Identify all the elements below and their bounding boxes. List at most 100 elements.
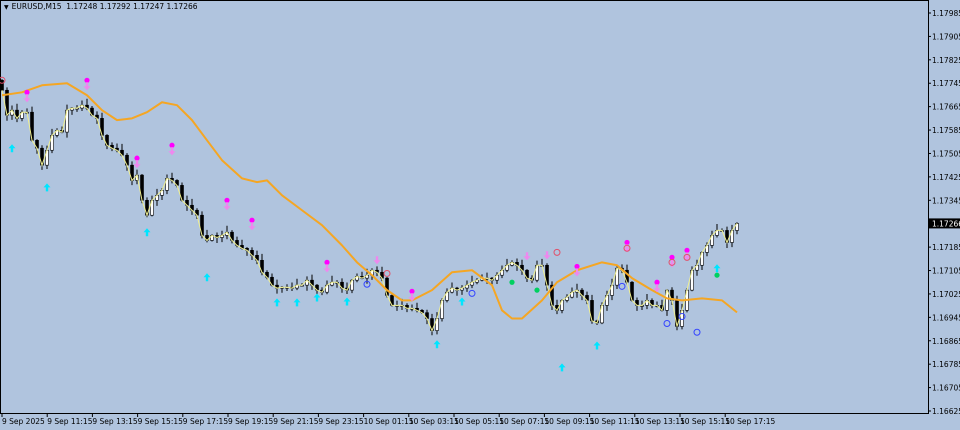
candle <box>290 282 294 292</box>
x-tick-label: 10 Sep 17:15 <box>725 417 775 426</box>
buy-arrow-icon <box>203 273 211 282</box>
y-tick-label: 1.17505 <box>932 149 960 158</box>
sell-dot-icon <box>654 279 660 285</box>
candle <box>355 273 359 283</box>
candle <box>220 230 224 243</box>
candle <box>375 266 379 277</box>
sell-dot-icon <box>574 263 580 270</box>
sell-arrow-icon <box>168 147 176 156</box>
y-tick-label: 1.17425 <box>932 173 960 182</box>
x-tick-label: 9 Sep 23:15 <box>318 417 364 426</box>
current-price-text: 1.17266 <box>932 219 960 228</box>
candles <box>0 79 739 336</box>
candle <box>725 226 729 248</box>
sell-dot-icon <box>624 239 630 246</box>
blue-circle-icon <box>618 282 626 290</box>
y-tick-label: 1.16865 <box>932 337 960 346</box>
y-tick-label: 1.16785 <box>932 360 960 369</box>
blue-circle-icon <box>693 328 701 336</box>
candle <box>165 174 169 195</box>
close-line <box>1 90 738 332</box>
ohlc-high: 1.17292 <box>99 2 131 11</box>
y-tick-label: 1.17905 <box>932 32 960 41</box>
y-tick-label: 1.17585 <box>932 126 960 135</box>
sell-arrow-icon <box>248 222 256 231</box>
candle <box>15 103 19 123</box>
ohlc-open: 1.17248 <box>66 2 98 11</box>
y-tick-label: 1.16625 <box>932 407 960 416</box>
chart-title: ▼ EURUSD,M15 1.17248 1.17292 1.17247 1.17… <box>4 2 198 11</box>
y-tick-label: 1.17745 <box>932 79 960 88</box>
x-tick-label: 10 Sep 13:15 <box>635 417 685 426</box>
buy-arrow-icon <box>458 297 466 306</box>
sell-dot-icon <box>324 259 330 265</box>
red-circle-icon <box>383 269 391 277</box>
candle <box>190 198 194 215</box>
x-tick-label: 9 Sep 19:15 <box>228 417 274 426</box>
candle <box>340 278 344 293</box>
sell-arrow-icon <box>133 160 141 169</box>
candle <box>460 285 464 295</box>
candle <box>295 278 299 291</box>
candle <box>105 134 109 150</box>
sell-arrow-icon <box>373 256 381 265</box>
y-tick-label: 1.16945 <box>932 313 960 322</box>
candle <box>555 299 559 315</box>
sell-dot-icon <box>24 89 30 95</box>
candle <box>650 298 654 309</box>
signal-markers <box>0 76 721 372</box>
candle <box>455 286 459 296</box>
buy-arrow-icon <box>313 293 321 302</box>
sell-arrow-icon <box>23 94 31 103</box>
green-dot-icon <box>714 272 720 278</box>
price-chart[interactable]: 1.17985 1.17905 1.17825 1.17745 1.17665 1.175… <box>0 0 960 430</box>
candle <box>710 230 714 249</box>
y-tick-label: 1.17345 <box>932 196 960 205</box>
x-tick-label: 10 Sep 07:15 <box>499 417 549 426</box>
chart-menu-triangle-icon[interactable]: ▼ <box>4 4 9 11</box>
candle <box>0 79 4 92</box>
symbol: EURUSD,M15 <box>11 2 62 11</box>
y-tick-label: 1.17025 <box>932 290 960 299</box>
x-tick-label: 9 Sep 17:15 <box>183 417 229 426</box>
candle <box>535 260 539 283</box>
x-tick-label: 9 Sep 11:15 <box>47 417 93 426</box>
green-dot-icon <box>534 287 540 293</box>
buy-arrow-icon <box>43 183 51 192</box>
candle <box>185 195 189 211</box>
x-tick-label: 10 Sep 15:15 <box>680 417 730 426</box>
x-tick-label: 10 Sep 01:15 <box>364 417 414 426</box>
x-tick-label: 10 Sep 05:15 <box>454 417 504 426</box>
ohlc-close: 1.17266 <box>166 2 198 11</box>
buy-arrow-icon <box>713 264 721 273</box>
candle <box>475 278 479 285</box>
candle <box>130 161 134 186</box>
sell-dot-icon <box>409 288 415 294</box>
sell-dot-icon <box>134 155 140 161</box>
x-tick-label: 9 Sep 13:15 <box>92 417 138 426</box>
sell-arrow-icon <box>323 264 331 273</box>
y-axis: 1.17985 1.17905 1.17825 1.17745 1.17665 1.175… <box>928 9 960 416</box>
sell-dot-icon <box>169 142 175 148</box>
candle <box>630 281 634 302</box>
x-tick-label: 9 Sep 21:15 <box>273 417 319 426</box>
candle <box>310 274 314 290</box>
candle <box>305 276 309 291</box>
y-tick-label: 1.17665 <box>932 103 960 112</box>
y-tick-label: 1.17185 <box>932 243 960 252</box>
sell-dot-icon <box>249 217 255 223</box>
ohlc-low: 1.17247 <box>133 2 165 11</box>
plot-frame <box>0 0 929 414</box>
y-tick-label: 1.16705 <box>932 384 960 393</box>
blue-circle-icon <box>663 319 671 327</box>
buy-arrow-icon <box>273 298 281 307</box>
x-tick-label: 10 Sep 09:15 <box>544 417 594 426</box>
candle <box>430 313 434 336</box>
sell-dot-icon <box>224 197 230 203</box>
current-price-label: 1.17266 <box>929 218 960 229</box>
green-dot-icon <box>509 279 515 285</box>
red-circle-icon <box>553 248 561 256</box>
sell-dot-icon <box>684 247 690 253</box>
x-tick-label: 10 Sep 03:15 <box>409 417 459 426</box>
buy-arrow-icon <box>343 297 351 306</box>
